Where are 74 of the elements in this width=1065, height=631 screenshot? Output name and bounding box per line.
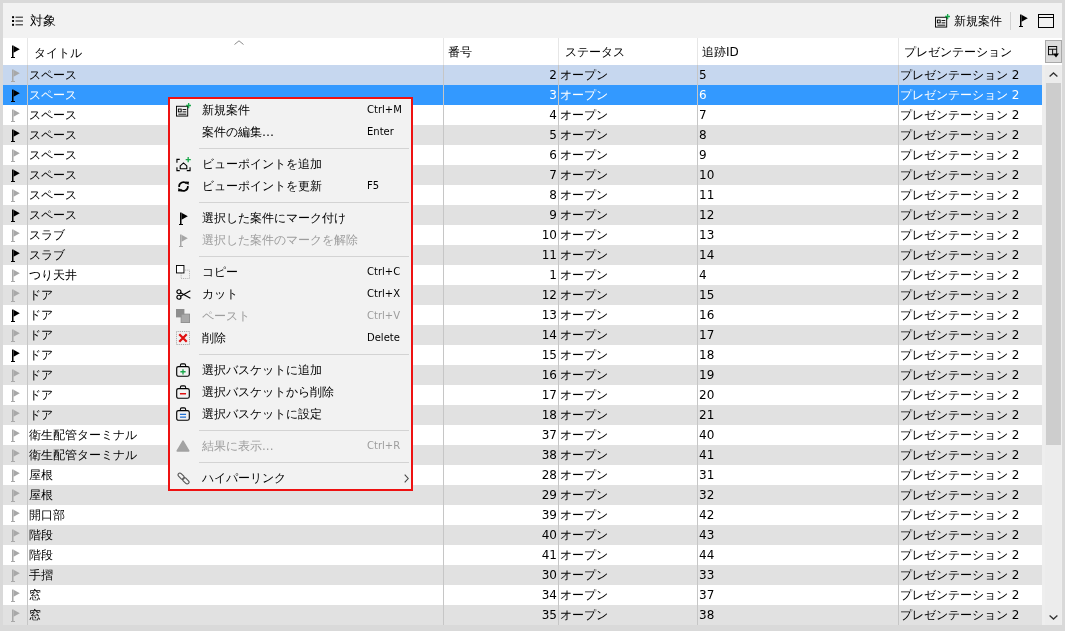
keyboard-shortcut: Ctrl+X (367, 287, 401, 301)
table-cell-text: 屋根 (29, 467, 53, 484)
table-cell-text: スペース (29, 147, 77, 164)
table-row[interactable]: スペース 2 オープン 5 プレゼンテーション 2 (3, 65, 1042, 85)
table-cell-text: スペース (29, 87, 77, 104)
keyboard-shortcut: Ctrl+C (367, 265, 401, 279)
table-cell: 38 (697, 605, 898, 625)
keyboard-shortcut: Enter (367, 125, 394, 139)
table-cell-text: ドア (29, 307, 53, 324)
table-arrow-icon (1048, 45, 1059, 58)
table-cell-text: スペース (29, 67, 77, 84)
flag-icon (178, 233, 188, 247)
copy-icon (176, 265, 190, 279)
table-cell-text: 衛生配管ターミナル (29, 447, 137, 464)
table-cell-text: 屋根 (29, 487, 53, 504)
card-plus-icon (935, 13, 950, 28)
refresh-icon (176, 179, 190, 193)
flag-icon[interactable] (1019, 14, 1028, 27)
table-cell: オープン (558, 605, 697, 625)
flag-icon (178, 211, 188, 225)
table-row[interactable]: 窓 35 オープン 38 プレゼンテーション 2 (3, 605, 1042, 625)
table-cell: 35 (443, 605, 558, 625)
table-cell-text: 窓 (29, 607, 41, 624)
table-cell-text: スペース (29, 187, 77, 204)
keyboard-shortcut: Ctrl+V (367, 309, 400, 323)
squares-icon (176, 309, 190, 323)
table-row[interactable]: 屋根 29 オープン 32 プレゼンテーション 2 (3, 485, 1042, 505)
menu-item[interactable]: 選択バスケットに設定 (170, 403, 411, 425)
table-cell-text: ドア (29, 347, 53, 364)
menu-item[interactable]: カット Ctrl+X (170, 283, 411, 305)
bag-minus-icon (176, 385, 190, 399)
column-chooser-button[interactable] (1045, 40, 1062, 63)
table-row[interactable]: 階段 41 オープン 44 プレゼンテーション 2 (3, 545, 1042, 565)
keyboard-shortcut: Delete (367, 331, 400, 345)
table-row[interactable]: 窓 34 オープン 37 プレゼンテーション 2 (3, 585, 1042, 605)
card-plus-icon (175, 103, 191, 117)
table-cell-text: 衛生配管ターミナル (29, 427, 137, 444)
table-cell-text: スペース (29, 107, 77, 124)
chevron-up-icon[interactable] (1048, 71, 1058, 77)
list-icon (12, 15, 23, 26)
table-cell-text: ドア (29, 287, 53, 304)
caret-up-icon (233, 39, 244, 45)
table-cell-text: 開口部 (29, 507, 65, 524)
frame-plus-icon (175, 156, 191, 172)
table-cell-text: 手摺 (29, 567, 53, 584)
table-row[interactable]: 開口部 39 オープン 42 プレゼンテーション 2 (3, 505, 1042, 525)
table-cell-text: ドア (29, 327, 53, 344)
chevron-down-icon[interactable] (1048, 614, 1058, 620)
table-cell-text: スラブ (29, 247, 65, 264)
link-icon (176, 471, 190, 485)
table-cell-text: ドア (29, 407, 53, 424)
scissors-icon (175, 288, 191, 300)
new-issue-button[interactable]: 新規案件 (935, 12, 1002, 29)
table-cell-text: スペース (29, 207, 77, 224)
table-cell-text: 階段 (29, 527, 53, 544)
delete-icon (176, 331, 190, 345)
table-cell-text: 階段 (29, 547, 53, 564)
keyboard-shortcut: Ctrl+M (367, 103, 402, 117)
table-cell-text: つり天井 (29, 267, 77, 284)
scrollbar-thumb[interactable] (1045, 83, 1061, 445)
table-row[interactable]: 手摺 30 オープン 33 プレゼンテーション 2 (3, 565, 1042, 585)
triangle-icon (176, 440, 190, 452)
bag-equal-icon (176, 407, 190, 421)
window-icon[interactable] (1038, 13, 1054, 28)
table-cell-text: スペース (29, 167, 77, 184)
table-row[interactable]: 階段 40 オープン 43 プレゼンテーション 2 (3, 525, 1042, 545)
bag-plus-icon (176, 363, 190, 377)
flag-icon (10, 45, 20, 58)
table-cell-text: 窓 (29, 587, 41, 604)
table-cell-text: ドア (29, 387, 53, 404)
table-cell-text: スペース (29, 127, 77, 144)
table-cell-text: ドア (29, 367, 53, 384)
table-cell-text: スラブ (29, 227, 65, 244)
panel-title: 対象 (30, 12, 56, 29)
